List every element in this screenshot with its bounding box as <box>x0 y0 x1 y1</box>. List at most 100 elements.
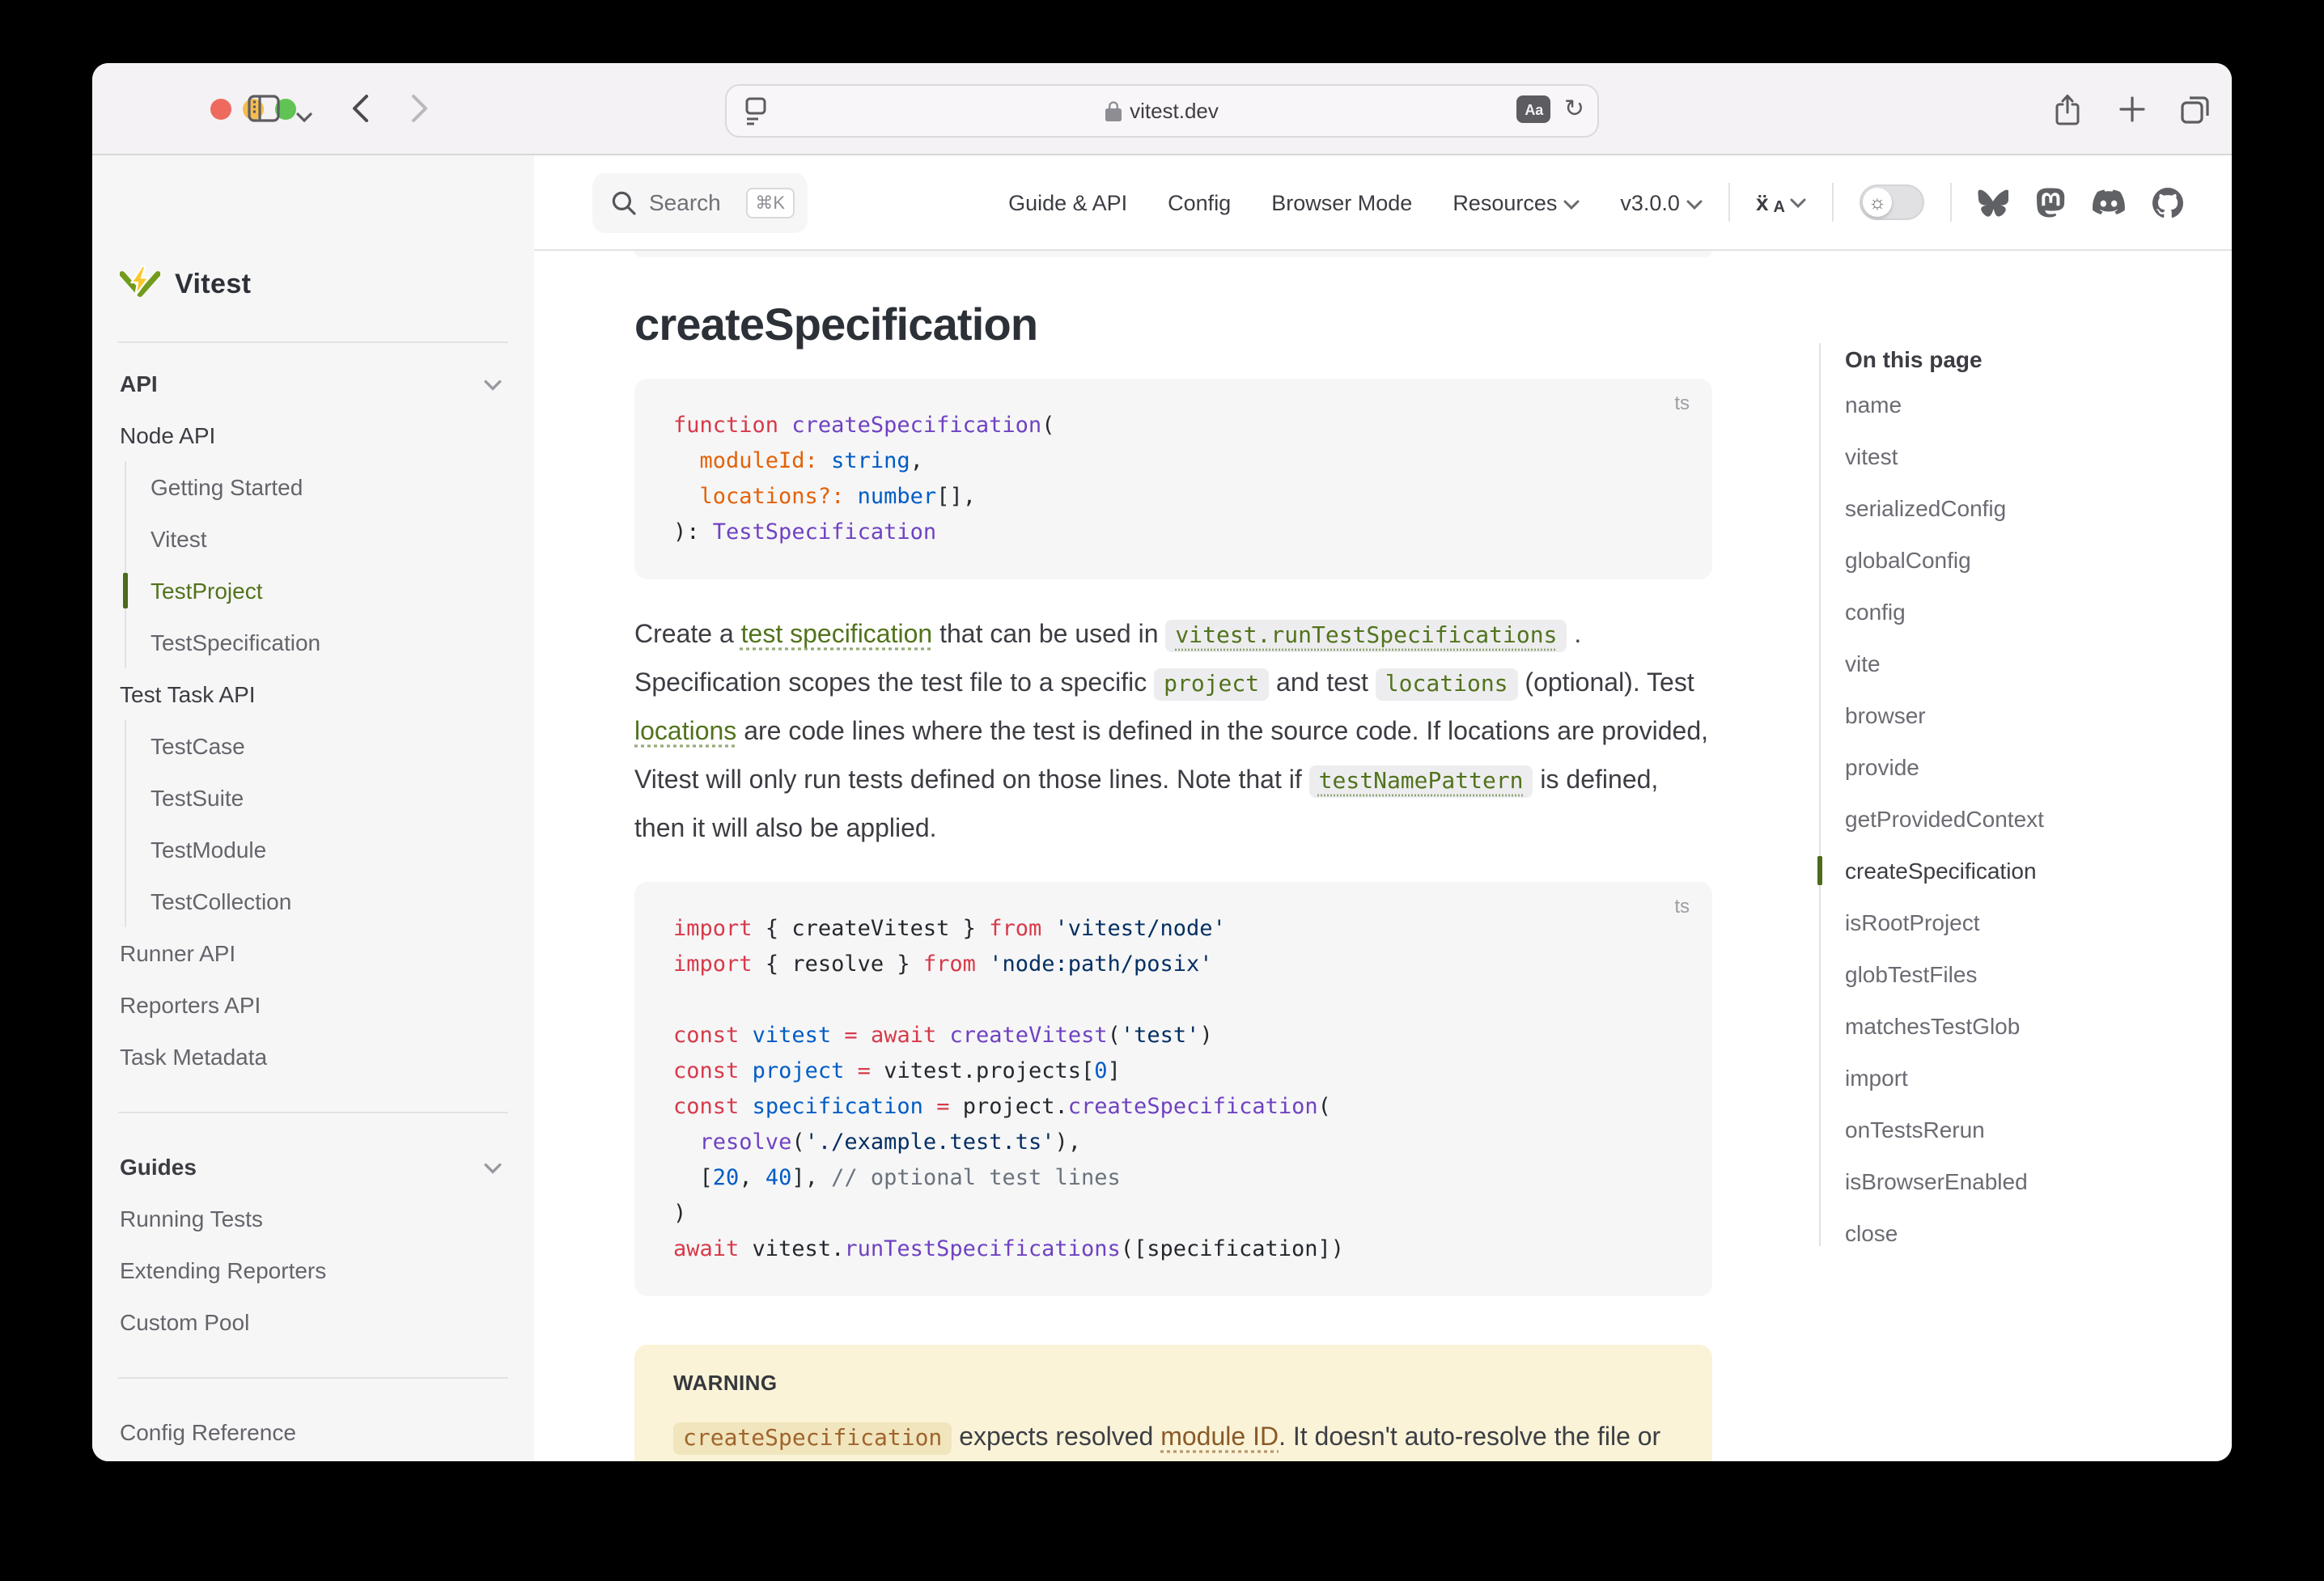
nav-item-config[interactable]: Config <box>1168 190 1231 214</box>
search-input[interactable]: Search ⌘K <box>592 172 808 232</box>
nav-item-resources[interactable]: Resources <box>1452 190 1580 214</box>
outline-item-isrootproject[interactable]: isRootProject <box>1845 896 2224 948</box>
sidebar-subitems: TestCaseTestSuite TestModule TestCollectio… <box>125 720 534 927</box>
tab-overview-icon[interactable] <box>2180 94 2211 133</box>
sidebar-item-test-task-api[interactable]: Test Task API <box>92 668 534 720</box>
nav-item-label: v3.0.0 <box>1620 190 1680 214</box>
outline-item-isbrowserenabled[interactable]: isBrowserEnabled <box>1845 1155 2224 1207</box>
code-lang-badge: ts <box>1674 895 1690 918</box>
inline-link[interactable]: locations <box>634 718 736 746</box>
sidebar-item-test-api-reference[interactable]: Test API Reference <box>92 1458 534 1461</box>
nav-item-v3-0-0[interactable]: v3.0.0 <box>1620 190 1703 214</box>
divider <box>1832 183 1834 222</box>
code-block-example[interactable]: ts import { createVitest } from 'vitest/… <box>634 882 1712 1296</box>
language-menu[interactable]: ẍA <box>1756 189 1806 216</box>
outline-item-import[interactable]: import <box>1845 1052 2224 1104</box>
address-bar[interactable]: vitest.dev Aa ↻ <box>725 84 1599 138</box>
site-logo[interactable]: Vitest <box>120 265 251 304</box>
browser-titlebar: vitest.dev Aa ↻ <box>92 63 2232 155</box>
sidebar-item-getting-started[interactable]: Getting Started <box>126 461 534 513</box>
outline-item-browser[interactable]: browser <box>1845 689 2224 741</box>
outline-item-globtestfiles[interactable]: globTestFiles <box>1845 948 2224 1000</box>
github-icon[interactable] <box>2152 187 2183 218</box>
sidebar-item-testspecification[interactable]: TestSpecification <box>126 617 534 668</box>
outline-item-close[interactable]: close <box>1845 1207 2224 1259</box>
code-lang-badge: ts <box>1674 392 1690 414</box>
sidebar-item-label: Running Tests <box>120 1206 263 1231</box>
outline-item-config[interactable]: config <box>1845 586 2224 638</box>
outline-item-provide[interactable]: provide <box>1845 741 2224 793</box>
outline-item-ontestsrerun[interactable]: onTestsRerun <box>1845 1104 2224 1155</box>
theme-toggle[interactable]: ☼ <box>1860 184 1924 220</box>
nav-item-label: Browser Mode <box>1271 190 1412 214</box>
sidebar-item-testcollection[interactable]: TestCollection <box>126 875 534 927</box>
sidebar-nav: API Node API Getting StartedVitestTestProj… <box>92 358 534 1461</box>
sidebar-item-label: TestModule <box>151 837 266 863</box>
outline-item-serializedconfig[interactable]: serializedConfig <box>1845 482 2224 534</box>
sidebar-item-runner-api[interactable]: Runner API <box>92 927 534 979</box>
navbar-menu: Guide & API Config Browser Mode Resources v3… <box>1008 190 1703 214</box>
reader-view-icon[interactable] <box>743 97 769 136</box>
search-shortcut-badge: ⌘K <box>745 187 795 218</box>
sidebar-item-testcase[interactable]: TestCase <box>126 720 534 772</box>
sidebar-item-testmodule[interactable]: TestModule <box>126 824 534 875</box>
reload-icon[interactable]: ↻ <box>1564 97 1584 121</box>
sidebar-item-vitest[interactable]: Vitest <box>126 513 534 565</box>
back-button[interactable] <box>351 94 369 131</box>
outline-item-vitest[interactable]: vitest <box>1845 430 2224 482</box>
inline-link[interactable]: test specification <box>741 621 933 649</box>
sidebar-item-config-reference[interactable]: Config Reference <box>92 1406 534 1458</box>
sidebar-subitems: Getting StartedVitestTestProject TestSpec… <box>125 461 534 668</box>
inline-link[interactable]: module ID <box>1160 1424 1279 1452</box>
nav-item-guide-api[interactable]: Guide & API <box>1008 190 1127 214</box>
description-paragraph: Create a test specification that can be … <box>634 612 1712 854</box>
code-line: locations?: number[], <box>673 479 1673 515</box>
code-line: moduleId: string, <box>673 443 1673 479</box>
code-block-signature[interactable]: ts function createSpecification( moduleI… <box>634 379 1712 579</box>
sidebar-item-extending-reporters[interactable]: Extending Reporters <box>92 1244 534 1296</box>
sidebar-toggle-icon[interactable] <box>248 94 280 131</box>
chevron-down-icon <box>484 371 502 396</box>
outline-title: On this page <box>1845 343 2224 375</box>
outline-item-vite[interactable]: vite <box>1845 638 2224 689</box>
share-icon[interactable] <box>2054 94 2081 134</box>
translate-page-icon[interactable]: Aa <box>1517 95 1551 123</box>
sidebar-item-label: Extending Reporters <box>120 1257 326 1283</box>
outline-item-matchestestglob[interactable]: matchesTestGlob <box>1845 1000 2224 1052</box>
sidebar-item-running-tests[interactable]: Running Tests <box>92 1193 534 1244</box>
sidebar-item-testsuite[interactable]: TestSuite <box>126 772 534 824</box>
nav-item-label: Resources <box>1452 190 1557 214</box>
code-line: ) <box>673 1196 1673 1231</box>
social-links <box>1978 187 2183 218</box>
sidebar-item-task-metadata[interactable]: Task Metadata <box>92 1031 534 1083</box>
sidebar-item-guides[interactable]: Guides <box>92 1141 534 1193</box>
forward-button[interactable] <box>411 94 429 131</box>
sidebar-item-reporters-api[interactable]: Reporters API <box>92 979 534 1031</box>
nav-item-browser-mode[interactable]: Browser Mode <box>1271 190 1412 214</box>
sidebar-item-custom-pool[interactable]: Custom Pool <box>92 1296 534 1348</box>
new-tab-icon[interactable] <box>2118 95 2146 131</box>
bluesky-icon[interactable] <box>1978 189 2008 216</box>
discord-icon[interactable] <box>2093 189 2125 215</box>
outline-item-globalconfig[interactable]: globalConfig <box>1845 534 2224 586</box>
translate-icon-sub: A <box>1774 198 1785 216</box>
on-this-page-outline: On this page namevitestserializedConfigg… <box>1819 343 2224 1259</box>
site-title: Vitest <box>175 269 251 301</box>
sidebar-menu-chevron-icon[interactable] <box>296 102 312 131</box>
close-window-button[interactable] <box>210 99 231 120</box>
text: that can be used in <box>932 621 1165 649</box>
outline-item-getprovidedcontext[interactable]: getProvidedContext <box>1845 793 2224 845</box>
outline-item-name[interactable]: name <box>1845 379 2224 430</box>
sidebar-item-api[interactable]: API <box>92 358 534 409</box>
inline-code-link[interactable]: vitest.runTestSpecifications <box>1165 621 1567 649</box>
translate-icon: ẍ <box>1756 189 1769 215</box>
divider <box>92 1348 534 1406</box>
sidebar-item-label: TestSpecification <box>151 629 320 655</box>
inline-code-link[interactable]: testNamePattern <box>1309 767 1533 795</box>
sidebar-item-label: Node API <box>120 422 215 448</box>
mastodon-icon[interactable] <box>2036 187 2065 218</box>
sidebar-item-testproject[interactable]: TestProject <box>126 565 534 617</box>
sidebar-item-node-api[interactable]: Node API <box>92 409 534 461</box>
chevron-down-icon <box>484 1154 502 1180</box>
outline-item-createspecification[interactable]: createSpecification <box>1845 845 2224 896</box>
